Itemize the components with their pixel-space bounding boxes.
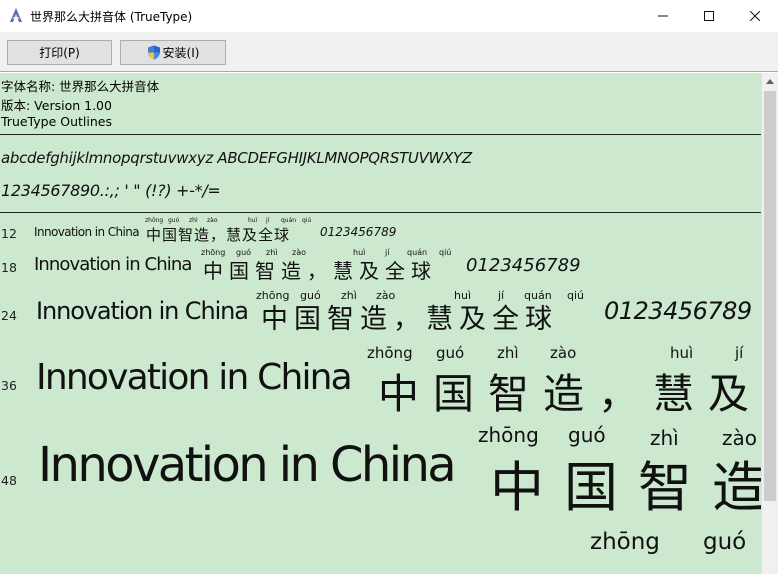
divider <box>0 212 761 213</box>
sample-hanzi-48: 中国智造 <box>490 456 761 519</box>
sample-digits-12: 0123456789 <box>320 225 397 239</box>
pinyin-18-5: huì <box>353 248 366 257</box>
pinyin-24-8: qiú <box>567 289 585 302</box>
pinyin-24-0: zhōng <box>256 289 290 302</box>
size-label-18: 18 <box>1 260 17 275</box>
pinyin-12-1: guó <box>168 217 180 224</box>
pinyin-36-6: jí <box>735 344 744 362</box>
pinyin-48-1: guó <box>568 423 606 447</box>
pinyin-36-1: guó <box>436 344 465 362</box>
pinyin-18-2: zhì <box>266 248 278 257</box>
pinyin-48-2: zhì <box>650 426 679 450</box>
font-name-label: 字体名称: 世界那么大拼音体 <box>1 79 160 94</box>
sample-latin-36: Innovation in China <box>36 357 353 398</box>
divider <box>0 134 761 135</box>
pinyin-24-6: jí <box>498 289 505 302</box>
uac-shield-icon <box>147 45 160 60</box>
close-button[interactable] <box>732 0 778 32</box>
pinyin-36-0: zhōng <box>367 344 413 362</box>
pinyin-18-0: zhōng <box>201 248 226 257</box>
font-version-label: 版本: Version 1.00 <box>1 98 112 113</box>
sample-latin-12: Innovation in China <box>34 225 140 239</box>
digits-punctuation-glyphs: 1234567890.:,; ' " (!?) +-*/= <box>1 181 221 200</box>
sample-latin-18: Innovation in China <box>34 254 192 275</box>
size-label-48: 48 <box>1 473 17 488</box>
pinyin-48-3: zào <box>722 426 757 450</box>
pinyin-12-8: qiú <box>302 217 312 224</box>
pinyin-18-7: quán <box>407 248 428 257</box>
pinyin-12-6: jí <box>266 217 270 224</box>
font-outline-label: TrueType Outlines <box>1 114 112 129</box>
pinyin-24-2: zhì <box>341 289 357 302</box>
pinyin-48-0: zhōng <box>478 423 539 447</box>
pinyin-36-5: huì <box>670 344 694 362</box>
pinyin-12-7: quán <box>281 217 297 224</box>
sample-latin-24: Innovation in China <box>36 297 249 325</box>
minimize-button[interactable] <box>640 0 686 32</box>
pinyin-18-1: guó <box>236 248 252 257</box>
toolbar: 打印(P) 安装(I) <box>0 32 778 72</box>
install-button-label: 安装(I) <box>162 46 200 60</box>
sample-hanzi-12: 中国智造，慧及全球 <box>146 226 291 244</box>
pinyin-18-6: jí <box>385 248 390 257</box>
print-button[interactable]: 打印(P) <box>7 40 112 65</box>
pinyin-12-0: zhōng <box>145 217 164 224</box>
pinyin-24-7: quán <box>524 289 552 302</box>
size-label-12: 12 <box>1 226 17 241</box>
sample-hanzi-18: 中国智造，慧及全球 <box>203 259 437 283</box>
vertical-scrollbar[interactable] <box>761 73 778 574</box>
pinyin-12-3: zào <box>207 217 218 224</box>
pinyin-18-8: qiú <box>439 248 452 257</box>
maximize-button[interactable] <box>686 0 732 32</box>
window-title: 世界那么大拼音体 (TrueType) <box>30 10 193 24</box>
sample-hanzi-24: 中国智造，慧及全球 <box>261 304 558 335</box>
pinyin-18-3: zào <box>292 248 306 257</box>
minimize-icon <box>658 15 668 17</box>
font-app-icon <box>10 8 22 22</box>
sample-latin-48: Innovation in China <box>38 437 457 493</box>
print-button-label: 打印(P) <box>39 46 80 60</box>
pinyin-24-1: guó <box>300 289 321 302</box>
scroll-up-button[interactable] <box>762 73 778 90</box>
lowercase-uppercase-glyphs: abcdefghijklmnopqrstuvwxyz ABCDEFGHIJKLM… <box>1 149 472 167</box>
font-preview-area: 字体名称: 世界那么大拼音体 版本: Version 1.00 TrueType… <box>0 73 761 574</box>
pinyin-partial-0: zhōng <box>590 529 660 555</box>
maximize-icon <box>704 11 714 21</box>
title-bar: 世界那么大拼音体 (TrueType) <box>0 0 778 32</box>
pinyin-partial-1: guó <box>703 529 747 555</box>
pinyin-36-2: zhì <box>497 344 519 362</box>
pinyin-12-2: zhì <box>189 217 198 224</box>
sample-digits-24: 0123456789 <box>604 297 752 325</box>
pinyin-24-3: zào <box>376 289 396 302</box>
pinyin-24-5: huì <box>454 289 471 302</box>
size-label-24: 24 <box>1 308 17 323</box>
close-icon <box>750 11 760 21</box>
sample-hanzi-36: 中国智造，慧及 <box>378 370 761 418</box>
pinyin-36-3: zào <box>550 344 577 362</box>
chevron-up-icon <box>766 79 774 84</box>
scrollbar-thumb[interactable] <box>764 91 776 501</box>
size-label-36: 36 <box>1 378 17 393</box>
pinyin-12-5: huì <box>248 217 258 224</box>
install-button[interactable]: 安装(I) <box>120 40 226 65</box>
sample-digits-18: 0123456789 <box>466 255 581 276</box>
